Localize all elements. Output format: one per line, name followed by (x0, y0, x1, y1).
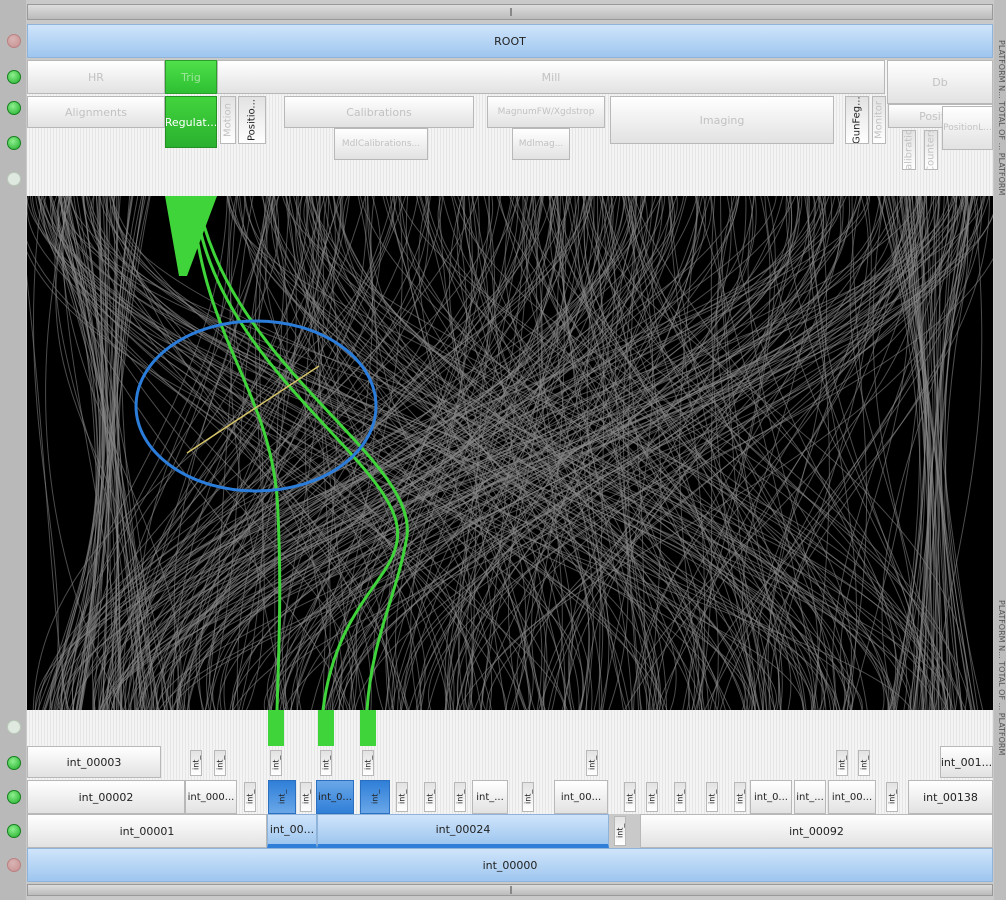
node-int-000[interactable]: int_000... (185, 780, 237, 814)
leaf-node[interactable]: int_ (320, 750, 332, 776)
status-dot-icon[interactable] (7, 824, 21, 838)
leaf-node[interactable]: int_ (624, 782, 636, 812)
leaf-node[interactable]: int_ (300, 782, 312, 812)
node-mdlmag[interactable]: Mdlmag... (512, 128, 570, 160)
drag-grip-icon[interactable] (510, 8, 512, 16)
node-hr[interactable]: HR (27, 60, 165, 94)
leaf-node[interactable]: int_ (706, 782, 718, 812)
status-dot-icon[interactable] (7, 756, 21, 770)
node-mill[interactable]: Mill (217, 60, 885, 94)
leaf-node[interactable]: int_ (214, 750, 226, 776)
leaf-node[interactable]: int_ (268, 780, 296, 814)
status-dot-icon[interactable] (7, 70, 21, 84)
status-dot-icon[interactable] (7, 101, 21, 115)
node-mdlcalibrations[interactable]: MdlCalibrations... (334, 128, 428, 160)
leaf-node[interactable]: int_ (674, 782, 686, 812)
bottom-root-node[interactable]: int_00000 (27, 848, 993, 882)
status-dot-icon[interactable] (7, 172, 21, 186)
leaf-node[interactable]: int_ (424, 782, 436, 812)
node-calibrations[interactable]: Calibrations (284, 96, 474, 128)
right-margin-text-lower: PLATFORM N... TOTAL OF ... PLATFORM (997, 600, 1006, 756)
node-int-001[interactable]: int_001... (940, 746, 993, 778)
edge-bundle-canvas[interactable] (27, 196, 993, 710)
bottom-tree-background (27, 710, 993, 746)
leaf-node[interactable]: int_ (836, 750, 848, 776)
node-int-0[interactable]: int_0... (316, 780, 354, 814)
node-counters[interactable]: Counters (924, 130, 938, 170)
leaf-node[interactable]: int_ (614, 816, 626, 846)
leaf-node[interactable]: int_ (522, 782, 534, 812)
node-magnum[interactable]: MagnumFW/Xgdstrop (487, 96, 605, 128)
node-trig[interactable]: Trig (165, 60, 217, 94)
node-db[interactable]: Db (887, 60, 993, 104)
leaf-node[interactable]: int_ (244, 782, 256, 812)
leaf-node[interactable]: int_ (586, 750, 598, 776)
leaf-node[interactable]: int_ (454, 782, 466, 812)
bottom-scrollbar[interactable] (27, 884, 993, 896)
status-dot-icon[interactable] (7, 136, 21, 150)
node-int-00[interactable]: int_00... (267, 814, 317, 848)
node-int-00002[interactable]: int_00002 (27, 780, 185, 814)
node-regulat[interactable]: Regulat... (165, 96, 217, 148)
node-int[interactable]: int_... (472, 780, 508, 814)
node-int-00001[interactable]: int_00001 (27, 814, 267, 848)
status-dot-icon[interactable] (7, 858, 21, 872)
node-int-00[interactable]: int_00... (828, 780, 876, 814)
leaf-node[interactable]: int_ (190, 750, 202, 776)
leaf-node[interactable]: int_ (886, 782, 898, 812)
leaf-node[interactable]: int_ (858, 750, 870, 776)
leaf-node[interactable]: int_ (270, 750, 282, 776)
leaf-node[interactable]: int_ (360, 780, 390, 814)
right-margin-text: PLATFORM N... TOTAL OF ... PLATFORM (997, 40, 1006, 196)
node-positionl[interactable]: PositionL... (942, 106, 993, 150)
node-positio[interactable]: Positio... (238, 96, 266, 144)
node-int-00024[interactable]: int_00024 (317, 814, 609, 848)
status-dot-icon[interactable] (7, 790, 21, 804)
leaf-node[interactable]: int_ (396, 782, 408, 812)
node-int-00092[interactable]: int_00092 (640, 814, 993, 848)
row3-background (27, 746, 993, 780)
node-int-00138[interactable]: int_00138 (908, 780, 993, 814)
node-calibration[interactable]: Calibration (902, 130, 916, 170)
leaf-node[interactable]: int_ (362, 750, 374, 776)
top-scrollbar[interactable] (27, 4, 993, 20)
drag-grip-icon[interactable] (510, 886, 512, 894)
leaf-node[interactable]: int_ (646, 782, 658, 812)
node-alignments[interactable]: Alignments (27, 96, 165, 128)
status-dot-icon[interactable] (7, 34, 21, 48)
status-dot-icon[interactable] (7, 720, 21, 734)
node-int[interactable]: int_... (794, 780, 826, 814)
node-gunfeg[interactable]: GunFeg... (845, 96, 869, 144)
node-int-00[interactable]: int_00... (554, 780, 608, 814)
node-int-00003[interactable]: int_00003 (27, 746, 161, 778)
node-int-0[interactable]: int_0... (750, 780, 792, 814)
root-node[interactable]: ROOT (27, 24, 993, 58)
node-monitor[interactable]: Monitor (872, 96, 886, 144)
node-motion[interactable]: Motion (220, 96, 236, 144)
leaf-node[interactable]: int_ (734, 782, 746, 812)
node-imaging[interactable]: Imaging (610, 96, 834, 144)
